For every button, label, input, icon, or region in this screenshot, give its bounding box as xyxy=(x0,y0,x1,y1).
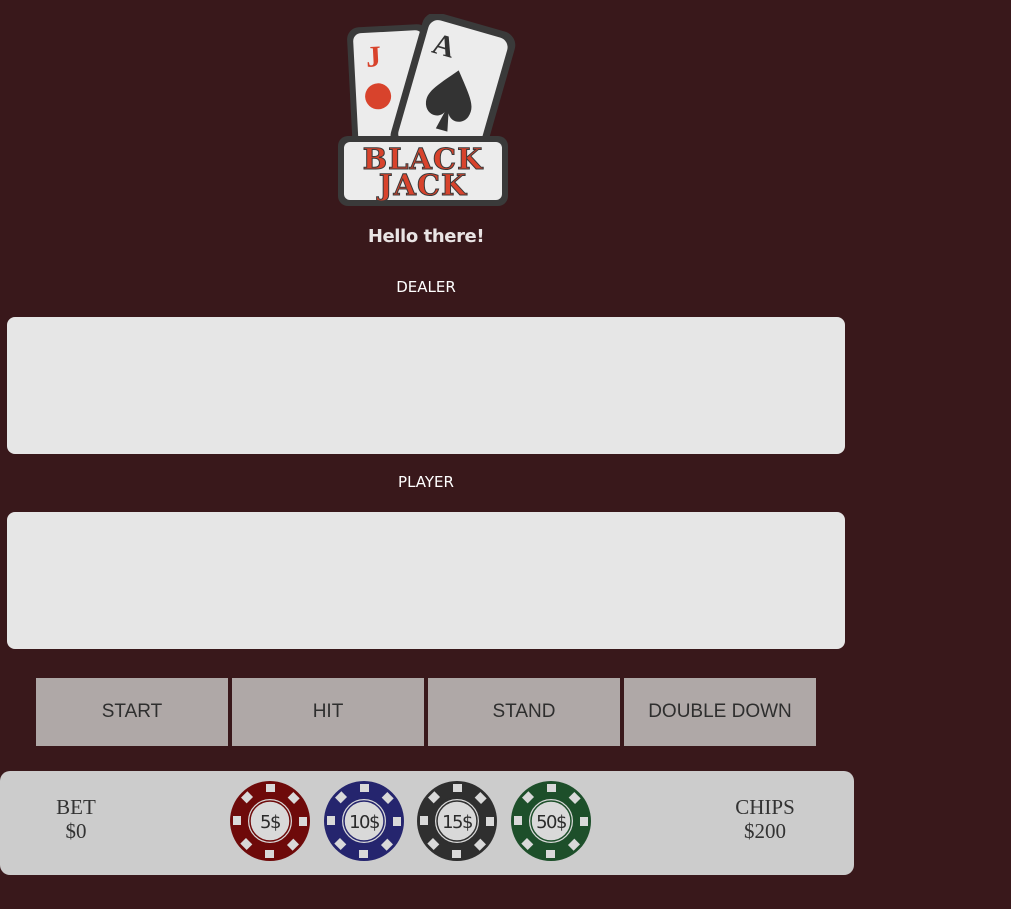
chips-value: $200 xyxy=(744,819,786,843)
dealer-label: DEALER xyxy=(396,278,456,296)
bet-value: $0 xyxy=(65,819,87,843)
player-label: PLAYER xyxy=(398,473,454,491)
chip-5[interactable]: 5$ xyxy=(229,780,311,862)
chip-label: 50$ xyxy=(536,812,566,833)
blackjack-logo: J A BLACK JACK xyxy=(334,12,518,210)
chip-50[interactable]: 50$ xyxy=(510,780,592,862)
hit-button[interactable]: HIT xyxy=(232,678,424,746)
chip-label: 10$ xyxy=(349,812,379,833)
greeting-message: Hello there! xyxy=(367,226,485,247)
start-button[interactable]: START xyxy=(36,678,228,746)
logo-text-jack: JACK xyxy=(376,168,468,202)
card-rank-j: J xyxy=(365,40,382,74)
chips-label: CHIPS xyxy=(735,795,795,819)
bet-display: BET $0 xyxy=(36,795,116,843)
stand-button[interactable]: STAND xyxy=(428,678,620,746)
chip-15[interactable]: 15$ xyxy=(416,780,498,862)
chip-label: 5$ xyxy=(260,812,280,833)
dealer-hand-area xyxy=(7,317,845,454)
chip-label: 15$ xyxy=(442,812,472,833)
chip-tray: BET $0 5$ 10$ 15$ 50$ CHIPS $200 xyxy=(0,771,854,875)
double-down-button[interactable]: DOUBLE DOWN xyxy=(624,678,816,746)
chips-display: CHIPS $200 xyxy=(715,795,815,843)
chip-10[interactable]: 10$ xyxy=(323,780,405,862)
player-hand-area xyxy=(7,512,845,649)
bet-label: BET xyxy=(56,795,96,819)
